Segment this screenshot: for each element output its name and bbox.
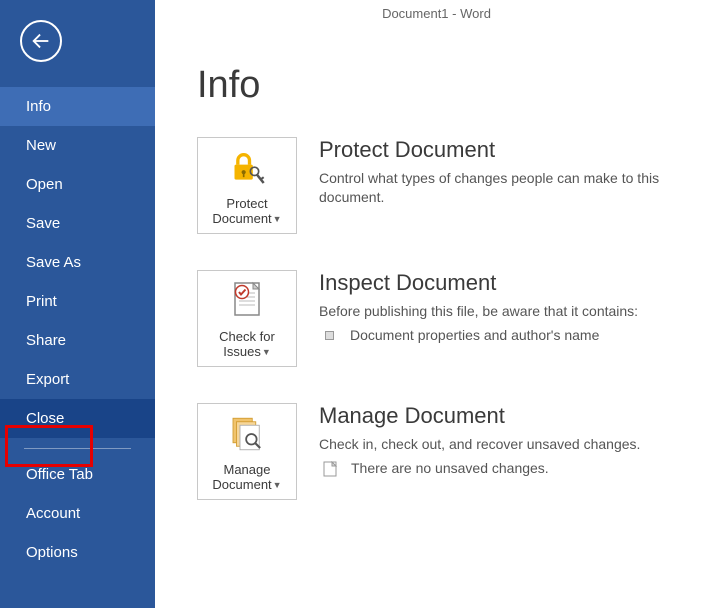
tile-label: Check for (219, 329, 275, 344)
section-desc: Before publishing this file, be aware th… (319, 302, 698, 321)
tile-label: Protect (226, 196, 267, 211)
nav-item-save-as[interactable]: Save As (0, 243, 155, 282)
tile-label: Document (212, 211, 271, 226)
section-desc: Control what types of changes people can… (319, 169, 698, 207)
document-check-icon (228, 279, 266, 323)
chevron-down-icon: ▼ (273, 214, 282, 224)
section-protect: Protect Document▼ Protect Document Contr… (197, 137, 698, 234)
manage-bullet: There are no unsaved changes. (351, 460, 549, 476)
section-title: Manage Document (319, 403, 698, 429)
nav-item-print[interactable]: Print (0, 282, 155, 321)
arrow-left-icon (30, 30, 52, 52)
check-for-issues-button[interactable]: Check for Issues▼ (197, 270, 297, 367)
nav-item-office-tab[interactable]: Office Tab (0, 455, 155, 494)
chevron-down-icon: ▼ (273, 480, 282, 490)
nav-item-open[interactable]: Open (0, 165, 155, 204)
document-stack-search-icon (226, 413, 268, 455)
tile-label: Manage (224, 462, 271, 477)
back-button[interactable] (20, 20, 62, 62)
nav-item-info[interactable]: Info (0, 87, 155, 126)
nav-item-share[interactable]: Share (0, 321, 155, 360)
section-title: Protect Document (319, 137, 698, 163)
nav-item-export[interactable]: Export (0, 360, 155, 399)
nav-item-account[interactable]: Account (0, 494, 155, 533)
chevron-down-icon: ▼ (262, 347, 271, 357)
page-title: Info (197, 64, 698, 107)
nav-separator (24, 448, 131, 449)
section-inspect: Check for Issues▼ Inspect Document Befor… (197, 270, 698, 367)
manage-document-button[interactable]: Manage Document▼ (197, 403, 297, 500)
tile-label: Document (212, 477, 271, 492)
tile-label: Issues (223, 344, 261, 359)
section-title: Inspect Document (319, 270, 698, 296)
lock-key-icon (227, 148, 267, 188)
bullet-icon (325, 331, 334, 340)
backstage-sidebar: InfoNewOpenSaveSave AsPrintShareExportCl… (0, 0, 155, 608)
nav-item-options[interactable]: Options (0, 533, 155, 572)
inspect-bullet: Document properties and author's name (350, 327, 599, 343)
window-title: Document1 - Word (155, 0, 718, 30)
nav-item-new[interactable]: New (0, 126, 155, 165)
section-manage: Manage Document▼ Manage Document Check i… (197, 403, 698, 500)
protect-document-button[interactable]: Protect Document▼ (197, 137, 297, 234)
backstage-content: Info Protect Document▼ (155, 0, 718, 608)
section-desc: Check in, check out, and recover unsaved… (319, 435, 698, 454)
document-icon (323, 461, 337, 477)
nav-item-save[interactable]: Save (0, 204, 155, 243)
nav-item-close[interactable]: Close (0, 399, 155, 438)
